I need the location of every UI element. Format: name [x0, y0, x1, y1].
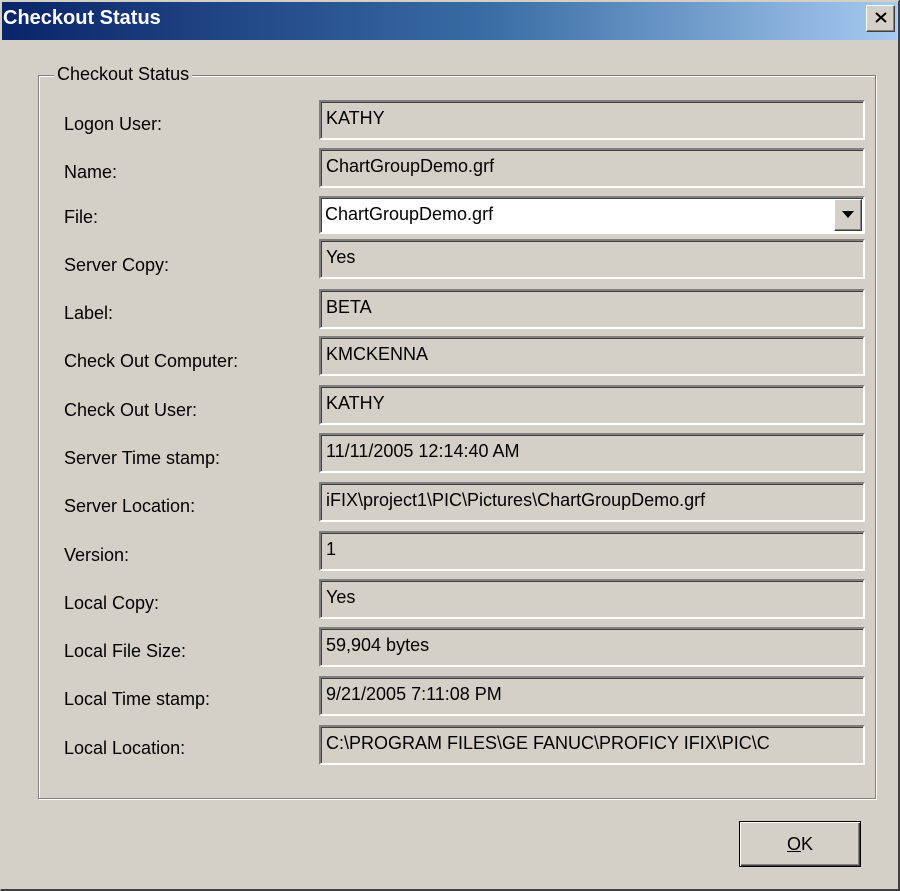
ok-button[interactable]: OK: [739, 821, 861, 867]
local-file-size-field[interactable]: 59,904 bytes: [319, 627, 865, 667]
server-location-field[interactable]: iFIX\project1\PIC\Pictures\ChartGroupDem…: [319, 482, 865, 522]
ok-button-mnemonic: O: [786, 834, 801, 854]
check-out-computer-field[interactable]: KMCKENNA: [319, 336, 865, 376]
logon-user-field[interactable]: KATHY: [319, 100, 865, 140]
logon-user-label: Logon User:: [64, 114, 163, 134]
ok-button-label: K: [801, 834, 814, 854]
close-button[interactable]: [866, 5, 895, 32]
file-dropdown-button[interactable]: [834, 199, 862, 231]
label-label: Label:: [64, 303, 114, 323]
local-location-field[interactable]: C:\PROGRAM FILES\GE FANUC\PROFICY IFIX\P…: [319, 725, 865, 765]
check-out-computer-label: Check Out Computer:: [64, 351, 239, 371]
checkout-status-dialog: Checkout Status Checkout Status Logon Us…: [0, 0, 900, 891]
window-title: Checkout Status: [3, 7, 161, 29]
local-copy-label: Local Copy:: [64, 593, 160, 613]
version-label: Version:: [64, 545, 130, 565]
name-label: Name:: [64, 162, 118, 182]
label-field[interactable]: BETA: [319, 289, 865, 329]
local-location-label: Local Location:: [64, 738, 186, 758]
server-location-label: Server Location:: [64, 496, 196, 516]
local-copy-field[interactable]: Yes: [319, 579, 865, 619]
server-time-stamp-field[interactable]: 11/11/2005 12:14:40 AM: [319, 433, 865, 473]
server-copy-label: Server Copy:: [64, 255, 170, 275]
local-file-size-label: Local File Size:: [64, 641, 187, 661]
file-label: File:: [64, 207, 99, 227]
title-bar[interactable]: Checkout Status: [2, 2, 897, 40]
group-legend: Checkout Status: [54, 64, 193, 85]
check-out-user-label: Check Out User:: [64, 400, 198, 420]
local-time-stamp-field[interactable]: 9/21/2005 7:11:08 PM: [319, 676, 865, 716]
name-field[interactable]: ChartGroupDemo.grf: [319, 148, 865, 188]
local-time-stamp-label: Local Time stamp:: [64, 689, 211, 709]
file-dropdown[interactable]: ChartGroupDemo.grf: [319, 196, 865, 234]
chevron-down-icon: [842, 211, 854, 218]
version-field[interactable]: 1: [319, 531, 865, 571]
server-copy-field[interactable]: Yes: [319, 239, 865, 279]
close-icon: [875, 12, 887, 23]
file-dropdown-value: ChartGroupDemo.grf: [325, 204, 494, 224]
check-out-user-field[interactable]: KATHY: [319, 385, 865, 425]
server-time-stamp-label: Server Time stamp:: [64, 448, 221, 468]
